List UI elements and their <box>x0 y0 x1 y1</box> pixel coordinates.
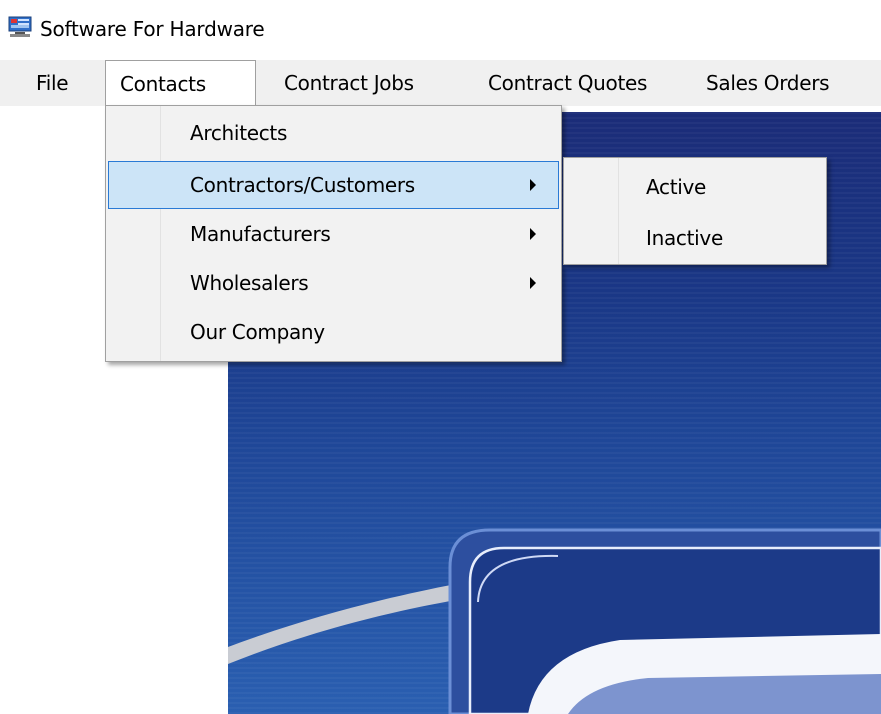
submenu-arrow-icon <box>530 179 536 191</box>
menu-item-contractors-customers[interactable]: Contractors/Customers <box>108 161 559 209</box>
submenu-arrow-icon <box>530 228 536 240</box>
menu-item-architects[interactable]: Architects <box>108 109 559 157</box>
menu-item-label: Wholesalers <box>190 271 309 295</box>
menu-contract-quotes[interactable]: Contract Quotes <box>474 60 661 106</box>
submenu-item-label: Inactive <box>646 226 723 250</box>
menu-item-label: Our Company <box>190 320 325 344</box>
contacts-dropdown-menu: Architects Contractors/Customers Manufac… <box>105 105 562 362</box>
menu-contacts[interactable]: Contacts <box>105 60 256 110</box>
submenu-item-active[interactable]: Active <box>566 163 824 211</box>
submenu-item-inactive[interactable]: Inactive <box>566 214 824 262</box>
menu-sales-orders[interactable]: Sales Orders <box>692 60 843 106</box>
menu-item-manufacturers[interactable]: Manufacturers <box>108 210 559 258</box>
menu-item-label: Contractors/Customers <box>190 173 415 197</box>
menu-file[interactable]: File <box>22 60 82 106</box>
submenu-item-label: Active <box>646 175 707 199</box>
menu-item-label: Architects <box>190 121 288 145</box>
menu-item-our-company[interactable]: Our Company <box>108 308 559 356</box>
menu-bar: File Contacts Contract Jobs Contract Quo… <box>0 60 881 110</box>
menu-item-label: Manufacturers <box>190 222 331 246</box>
menu-contract-jobs[interactable]: Contract Jobs <box>270 60 428 106</box>
submenu-arrow-icon <box>530 277 536 289</box>
contractors-submenu: Active Inactive <box>563 157 827 265</box>
window-title: Software For Hardware <box>40 17 265 41</box>
computer-app-icon <box>8 16 32 38</box>
menu-item-wholesalers[interactable]: Wholesalers <box>108 259 559 307</box>
title-bar: Software For Hardware <box>0 0 881 52</box>
